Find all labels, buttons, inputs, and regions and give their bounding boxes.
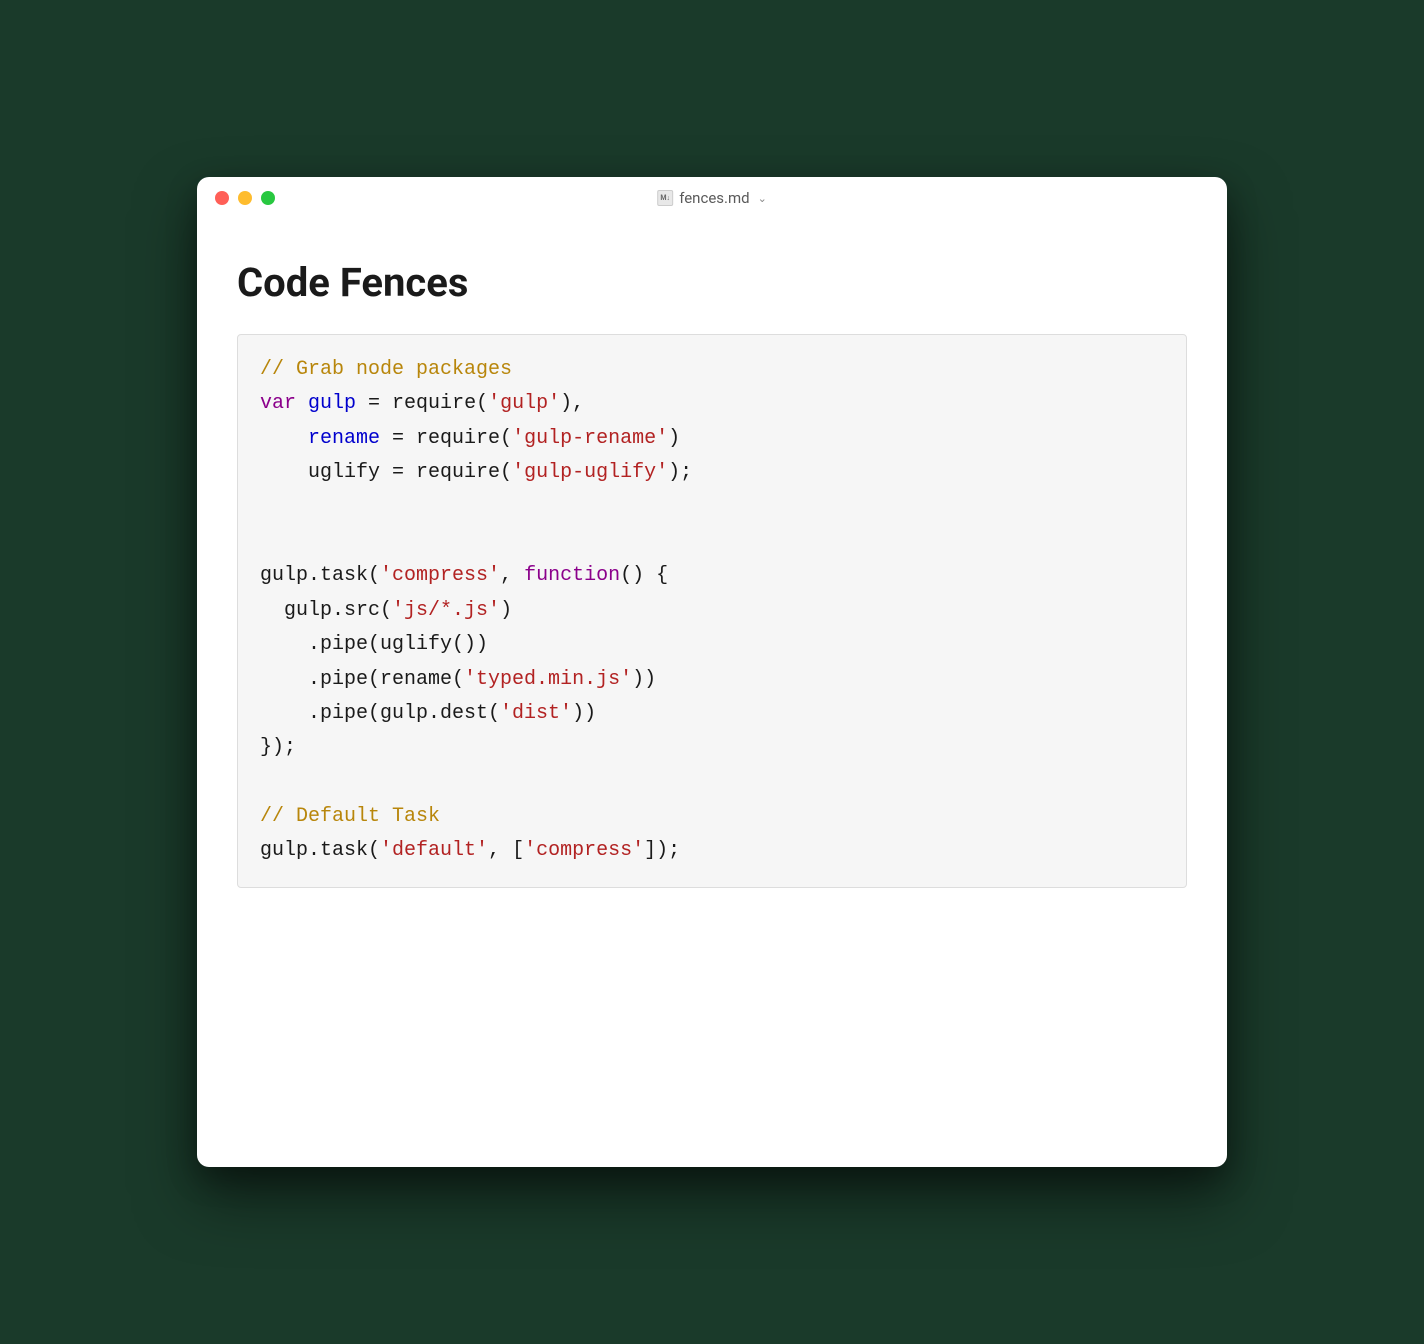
filename-label: fences.md (679, 189, 749, 207)
code-keyword: var (260, 392, 296, 415)
code-string: 'compress' (380, 564, 500, 587)
code-text: ), (560, 392, 584, 415)
code-text: .pipe(gulp.dest( (260, 702, 500, 725)
code-text: gulp.src( (260, 599, 392, 622)
code-text: () { (620, 564, 668, 587)
code-identifier: gulp (308, 392, 356, 415)
code-text: ); (668, 461, 692, 484)
code-string: 'js/*.js' (392, 599, 500, 622)
code-text: ) (668, 427, 680, 450)
editor-content[interactable]: Code Fences // Grab node packages var gu… (197, 219, 1227, 1167)
code-string: 'typed.min.js' (464, 668, 632, 691)
window-title[interactable]: M↓ fences.md ⌄ (657, 189, 767, 207)
code-text: , [ (488, 839, 524, 862)
code-string: 'compress' (524, 839, 644, 862)
code-text: .pipe(rename( (260, 668, 464, 691)
code-string: 'gulp-uglify' (512, 461, 668, 484)
code-string: 'default' (380, 839, 488, 862)
code-text: }); (260, 736, 296, 759)
code-indent (260, 461, 308, 484)
code-comment: // Default Task (260, 805, 440, 828)
code-text: gulp.task( (260, 564, 380, 587)
code-text: )) (572, 702, 596, 725)
code-text: = require( (380, 427, 512, 450)
code-keyword: function (524, 564, 620, 587)
code-indent (260, 427, 308, 450)
code-text: ) (500, 599, 512, 622)
code-text: = require( (356, 392, 488, 415)
code-string: 'gulp' (488, 392, 560, 415)
code-text: )) (632, 668, 656, 691)
code-string: 'gulp-rename' (512, 427, 668, 450)
traffic-lights (197, 191, 275, 205)
code-string: 'dist' (500, 702, 572, 725)
close-button[interactable] (215, 191, 229, 205)
code-text: .pipe(uglify()) (260, 633, 488, 656)
code-text: , (500, 564, 524, 587)
code-fence-block: // Grab node packages var gulp = require… (237, 334, 1187, 888)
code-text: uglify = require( (308, 461, 512, 484)
minimize-button[interactable] (238, 191, 252, 205)
page-heading: Code Fences (237, 259, 1187, 306)
titlebar: M↓ fences.md ⌄ (197, 177, 1227, 219)
chevron-down-icon: ⌄ (758, 192, 767, 205)
code-text: ]); (644, 839, 680, 862)
markdown-file-icon: M↓ (657, 190, 673, 206)
code-identifier: rename (308, 427, 380, 450)
maximize-button[interactable] (261, 191, 275, 205)
app-window: M↓ fences.md ⌄ Code Fences // Grab node … (197, 177, 1227, 1167)
code-text: gulp.task( (260, 839, 380, 862)
code-comment: // Grab node packages (260, 358, 512, 381)
